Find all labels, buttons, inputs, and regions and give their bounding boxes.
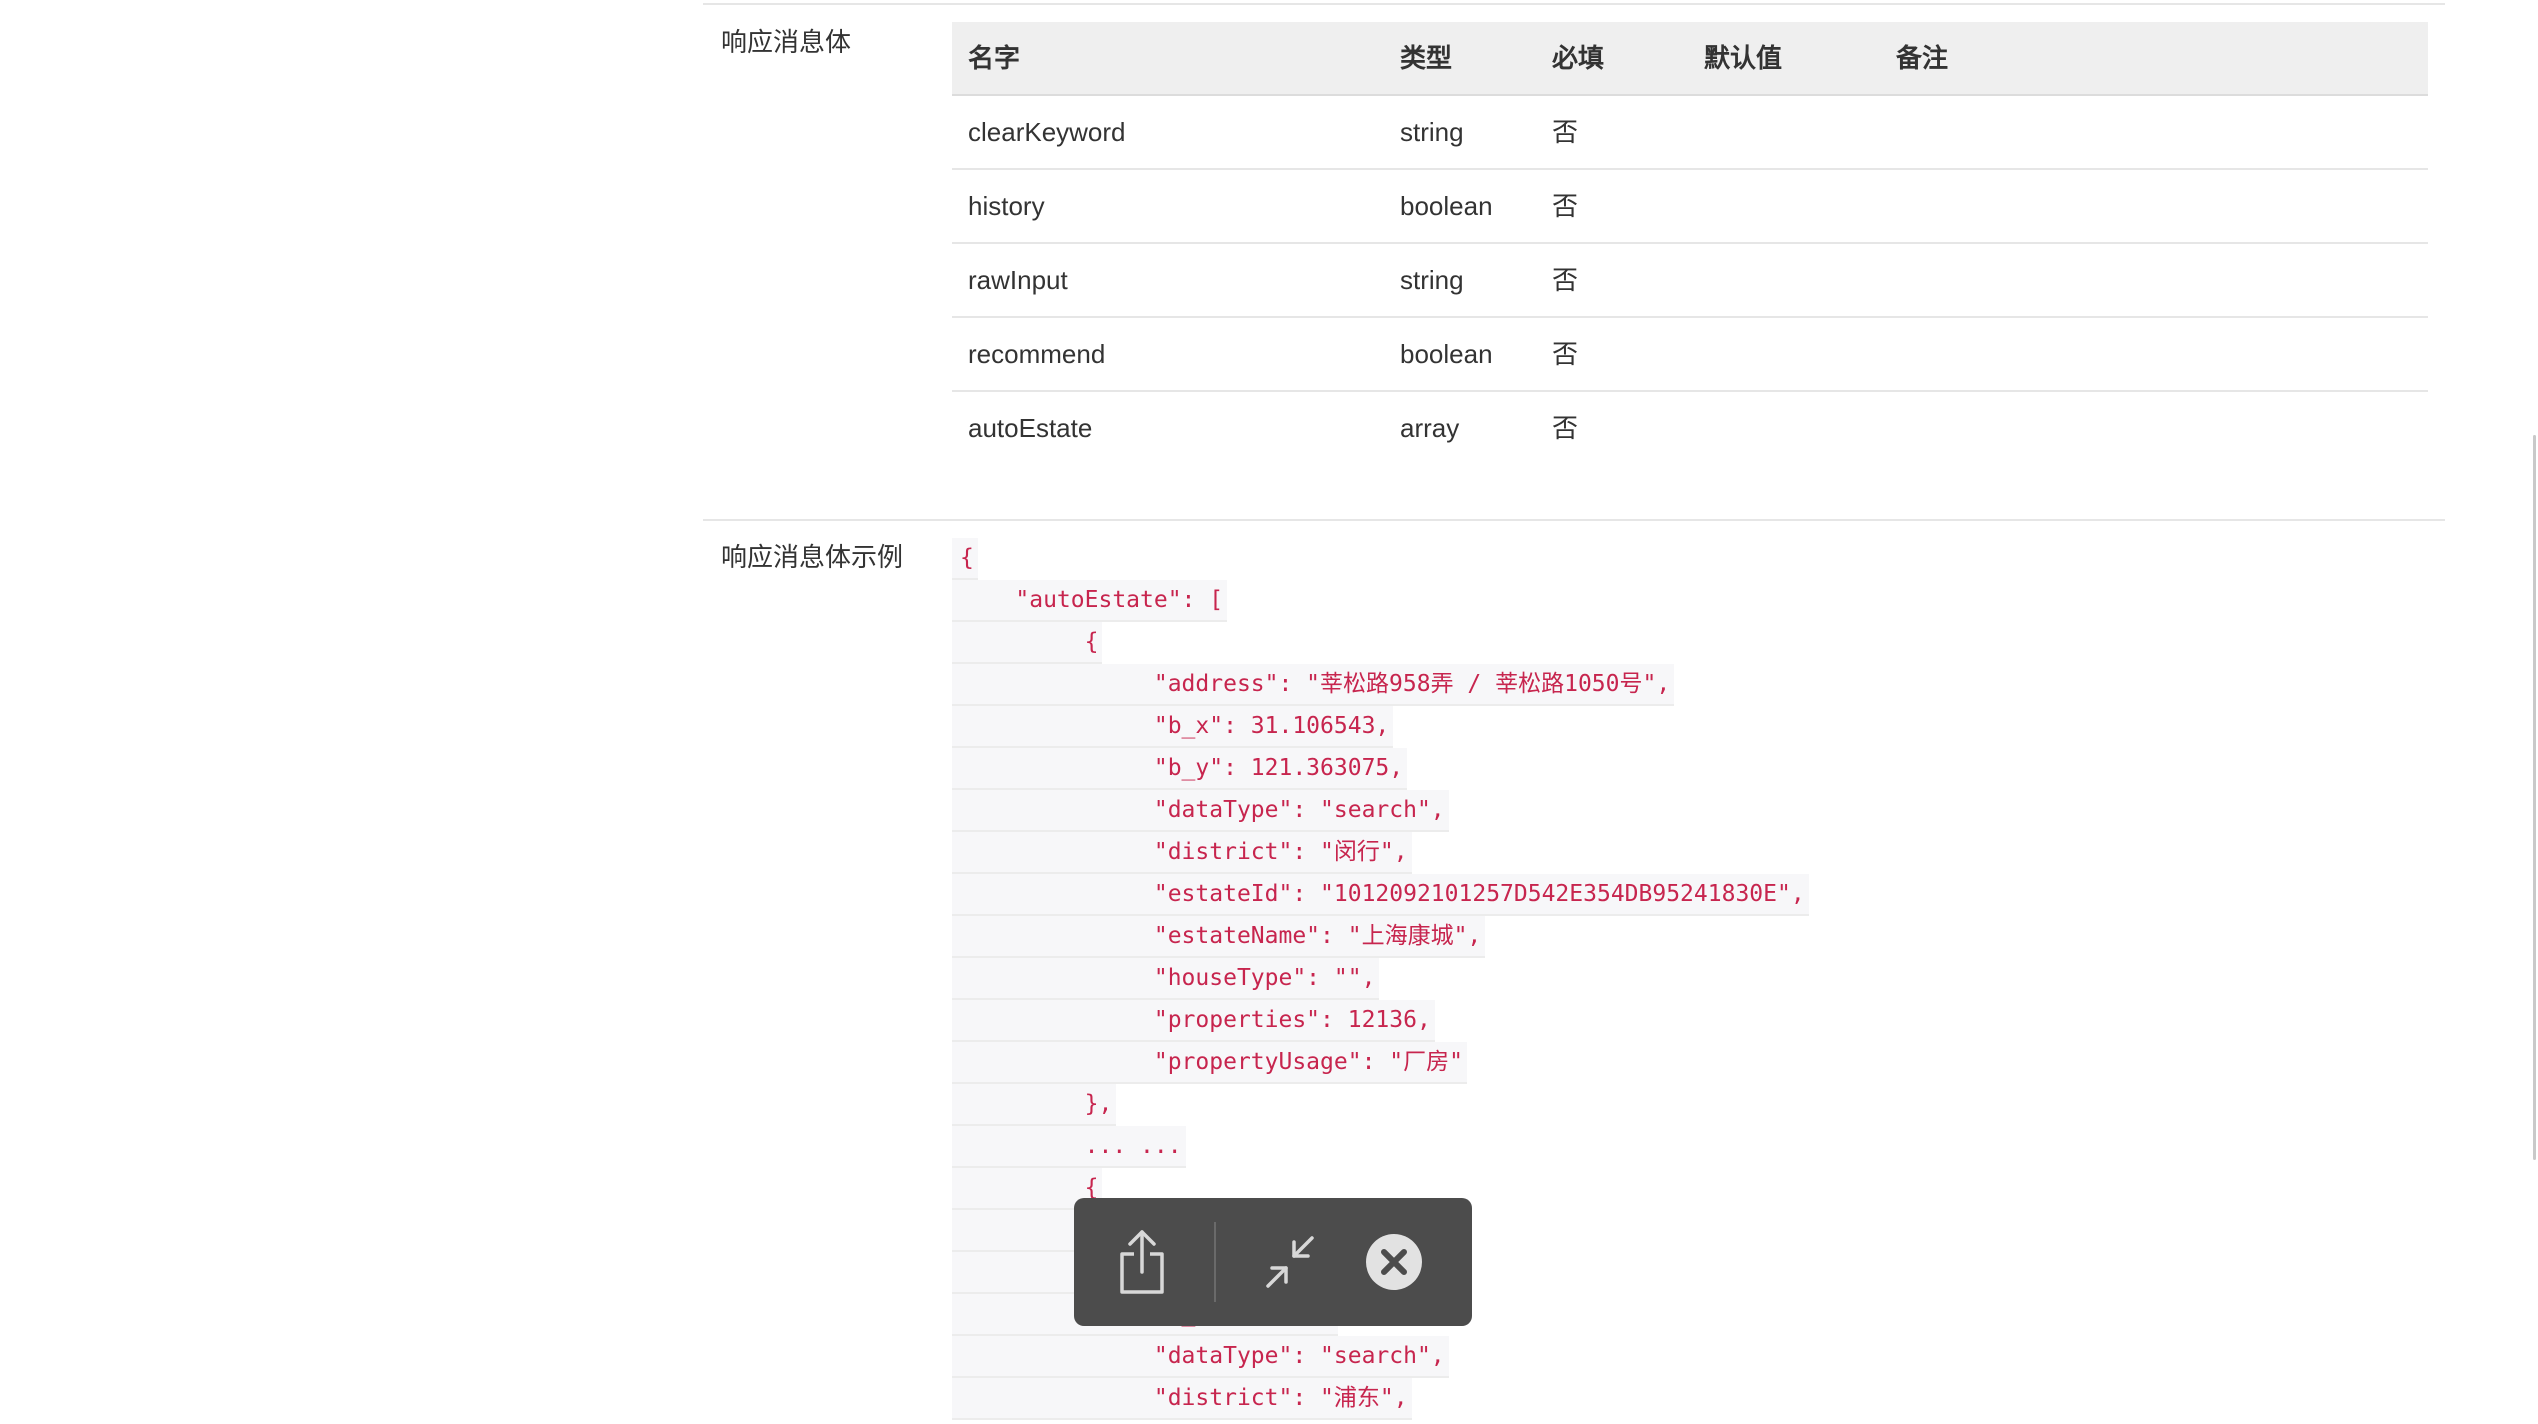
code-line: { xyxy=(952,538,978,580)
header-default: 默认值 xyxy=(1704,43,1783,73)
code-line: "houseType": "", xyxy=(952,958,1380,1000)
code-line: "b_y": 121.363075, xyxy=(952,748,1408,790)
code-line: "estateName": "上海康城", xyxy=(952,916,1486,958)
header-required: 必填 xyxy=(1552,43,1605,73)
code-line: "dataType": "search", xyxy=(952,790,1449,832)
header-name: 名字 xyxy=(968,43,1021,73)
field-required: 否 xyxy=(1552,265,1579,295)
field-type: array xyxy=(1400,413,1460,443)
code-line: "district": "闵行", xyxy=(952,832,1412,874)
top-divider xyxy=(703,3,2445,5)
close-button[interactable] xyxy=(1344,1198,1444,1326)
share-button[interactable] xyxy=(1092,1198,1192,1326)
code-line: "dataType": "search", xyxy=(952,1336,1449,1378)
field-type: string xyxy=(1400,117,1464,147)
code-line: "autoEstate": [ xyxy=(952,580,1228,622)
page-scrollbar[interactable] xyxy=(2533,435,2536,1160)
table-header: 名字 类型 必填 默认值 备注 xyxy=(952,22,2428,96)
floating-toolbar xyxy=(1074,1198,1472,1326)
code-line: "address": "莘松路958弄 / 莘松路1050号", xyxy=(952,664,1675,706)
code-line: "estateId": "1012092101257D542E354DB9524… xyxy=(952,874,1809,916)
shrink-icon xyxy=(1266,1236,1314,1288)
close-icon xyxy=(1366,1234,1422,1290)
code-line: "propertyUsage": "厂房" xyxy=(952,1042,1467,1084)
table-row: clearKeyword string 否 xyxy=(952,96,2428,170)
response-fields-table: 名字 类型 必填 默认值 备注 clearKeyword string 否 hi… xyxy=(952,22,2428,464)
table-row: recommend boolean 否 xyxy=(952,318,2428,392)
code-line: { xyxy=(952,622,1103,664)
share-icon xyxy=(1120,1230,1164,1294)
field-type: boolean xyxy=(1400,339,1493,369)
code-line: "properties": 12136, xyxy=(952,1000,1435,1042)
code-line: "district": "浦东", xyxy=(952,1378,1412,1420)
field-name: clearKeyword xyxy=(968,117,1126,147)
table-row: rawInput string 否 xyxy=(952,244,2428,318)
toolbar-divider xyxy=(1214,1222,1216,1302)
field-required: 否 xyxy=(1552,413,1579,443)
field-name: recommend xyxy=(968,339,1106,369)
table-row: autoEstate array 否 xyxy=(952,392,2428,464)
code-line: "b_x": 31.106543, xyxy=(952,706,1394,748)
exit-fullscreen-button[interactable] xyxy=(1240,1198,1340,1326)
header-note: 备注 xyxy=(1896,43,1949,73)
field-type: boolean xyxy=(1400,191,1493,221)
response-body-label: 响应消息体 xyxy=(721,27,852,57)
field-name: rawInput xyxy=(968,265,1068,295)
section-divider xyxy=(703,519,2445,521)
code-line: ... ... xyxy=(952,1126,1186,1168)
table-row: history boolean 否 xyxy=(952,170,2428,244)
field-name: history xyxy=(968,191,1045,221)
field-required: 否 xyxy=(1552,339,1579,369)
response-example-label: 响应消息体示例 xyxy=(721,542,904,572)
header-type: 类型 xyxy=(1400,43,1453,73)
field-name: autoEstate xyxy=(968,413,1093,443)
code-line: }, xyxy=(952,1084,1117,1126)
field-required: 否 xyxy=(1552,191,1579,221)
field-required: 否 xyxy=(1552,117,1579,147)
field-type: string xyxy=(1400,265,1464,295)
